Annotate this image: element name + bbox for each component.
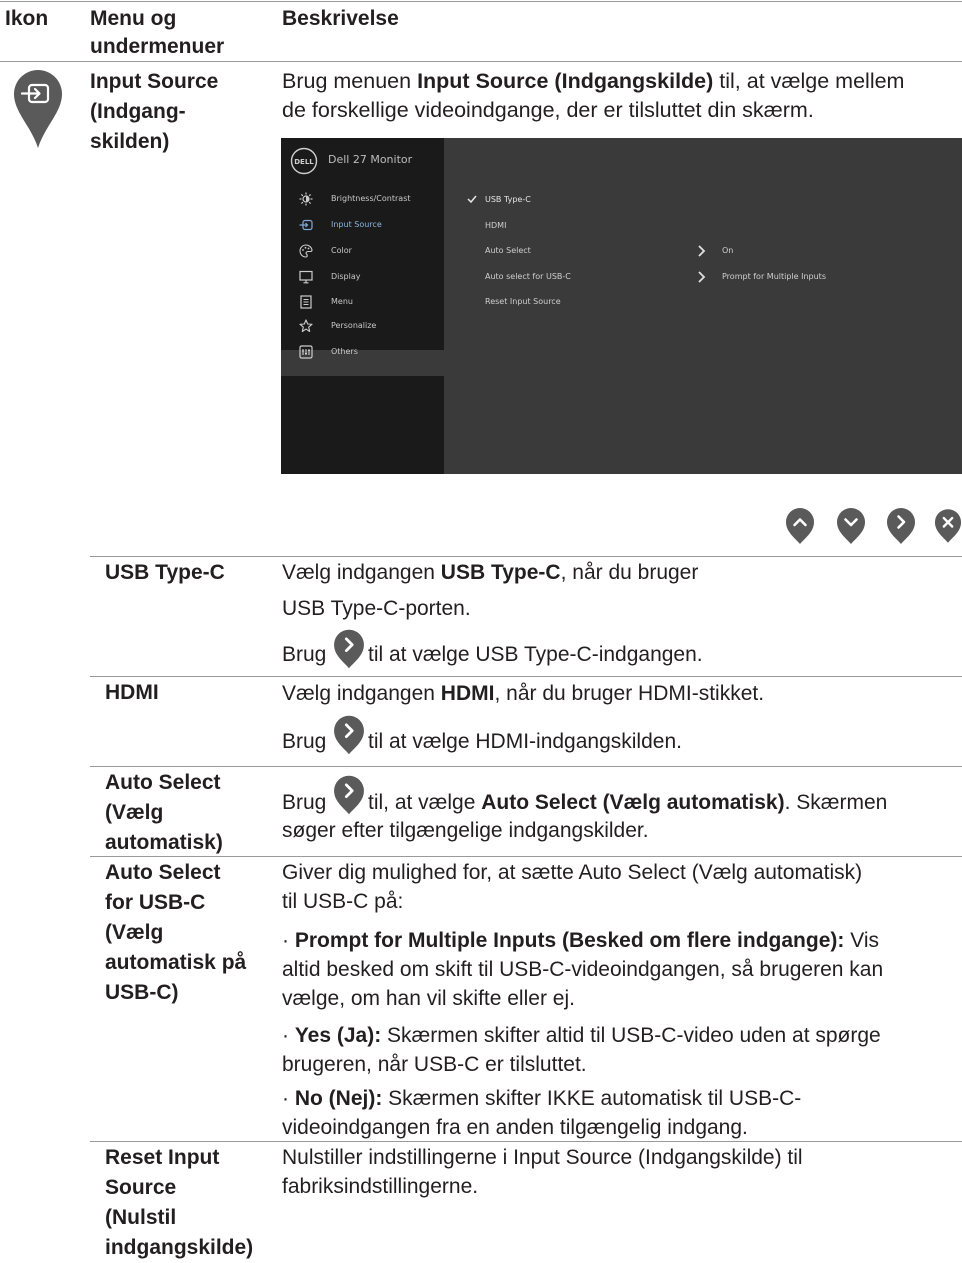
osd-title: Dell 27 Monitor bbox=[328, 153, 413, 166]
osd-item-input-source[interactable]: Input Source bbox=[281, 212, 444, 238]
row-desc-auto-usbc-intro: Giver dig mulighed for, at sætte Auto Se… bbox=[282, 861, 863, 913]
osd-item-brightness[interactable]: Brightness/Contrast bbox=[281, 186, 444, 212]
input-source-icon bbox=[14, 70, 62, 148]
dell-logo: DELL bbox=[290, 147, 318, 175]
row-name-usbc: USB Type-C bbox=[105, 561, 225, 584]
chevron-right-icon bbox=[698, 271, 706, 283]
bullet-yes: · Yes (Ja): Skærmen skifter altid til US… bbox=[282, 1024, 881, 1076]
row-desc-auto-line1-pre: Brug bbox=[282, 791, 327, 814]
osd-sub-auto-select[interactable]: Auto Select bbox=[485, 244, 531, 258]
bullet-prompt: · Prompt for Multiple Inputs (Besked om … bbox=[282, 929, 884, 1010]
row-desc-usbc-line3-tail: til at vælge USB Type-C-indgangen. bbox=[368, 643, 703, 666]
display-icon bbox=[299, 270, 313, 284]
input-source-icon bbox=[299, 219, 313, 231]
osd-item-menu[interactable]: Menu bbox=[281, 289, 444, 315]
close-icon bbox=[934, 509, 962, 543]
row-desc-hdmi-line2: Brug bbox=[282, 730, 327, 753]
row-desc-reset: Nulstiller indstillingerne i Input Sourc… bbox=[282, 1146, 803, 1198]
row-desc-hdmi-line1: Vælg indgangen HDMI, når du bruger HDMI-… bbox=[282, 682, 765, 705]
star-icon bbox=[299, 319, 313, 333]
brightness-icon bbox=[299, 192, 313, 206]
header-rule bbox=[0, 61, 962, 62]
osd-screenshot: DELL Dell 27 Monitor Brightness/Contrast… bbox=[281, 138, 962, 474]
osd-item-others[interactable]: Others bbox=[281, 339, 444, 365]
row-desc-auto-line2: søger efter tilgængelige indgangskilder. bbox=[282, 819, 649, 842]
right-icon bbox=[334, 629, 364, 669]
row-desc-auto-line1: til, at vælge Auto Select (Vælg automati… bbox=[368, 791, 888, 814]
header-desc-col: Beskrivelse bbox=[282, 7, 399, 30]
row-name-hdmi: HDMI bbox=[105, 681, 159, 704]
osd-sub-auto-usbc[interactable]: Auto select for USB-C bbox=[485, 270, 571, 284]
row-name-auto-select: Auto Select (Vælg automatisk) bbox=[105, 771, 223, 854]
row-desc-usbc-line3: Brug bbox=[282, 643, 327, 666]
osd-item-personalize[interactable]: Personalize bbox=[281, 313, 444, 339]
row-desc-usbc-line1: Vælg indgangen USB Type-C, når du bruger bbox=[282, 561, 699, 584]
right-icon bbox=[334, 715, 364, 755]
section-description: Brug menuen Input Source (Indgangskilde)… bbox=[282, 69, 905, 122]
down-icon bbox=[837, 508, 865, 544]
row-rule bbox=[90, 856, 962, 857]
row-name-auto-usbc: Auto Select for USB-C (Vælg automatisk p… bbox=[105, 861, 247, 1004]
color-icon bbox=[299, 244, 313, 258]
row-rule bbox=[90, 1141, 962, 1142]
bullet-no: · No (Nej): Skærmen skifter IKKE automat… bbox=[282, 1087, 802, 1139]
chevron-right-icon bbox=[698, 245, 706, 257]
row-rule bbox=[90, 766, 962, 767]
header-menu-col: Menu og undermenuer bbox=[90, 7, 225, 58]
row-rule bbox=[90, 556, 962, 557]
menu-icon bbox=[300, 295, 312, 309]
right-icon bbox=[887, 508, 915, 544]
osd-sub-usbc[interactable]: USB Type-C bbox=[485, 193, 531, 207]
checkmark-icon bbox=[467, 195, 477, 204]
header-icon-col: Ikon bbox=[5, 7, 49, 30]
osd-item-display[interactable]: Display bbox=[281, 264, 444, 290]
osd-sub-auto-select-value: On bbox=[722, 246, 734, 255]
row-desc-hdmi-line2-tail: til at vælge HDMI-indgangskilden. bbox=[368, 730, 682, 753]
top-rule bbox=[0, 1, 962, 2]
osd-sub-hdmi[interactable]: HDMI bbox=[485, 219, 506, 233]
right-icon bbox=[334, 775, 364, 815]
row-name-reset: Reset Input Source (Nulstil indgangskild… bbox=[105, 1146, 254, 1259]
section-name: Input Source (Indgang- skilden) bbox=[90, 70, 219, 153]
others-icon bbox=[299, 345, 313, 359]
svg-text:DELL: DELL bbox=[294, 158, 314, 166]
up-icon bbox=[786, 508, 814, 544]
osd-sub-reset[interactable]: Reset Input Source bbox=[485, 295, 561, 309]
osd-item-color[interactable]: Color bbox=[281, 238, 444, 264]
osd-sub-auto-usbc-value: Prompt for Multiple Inputs bbox=[722, 272, 826, 281]
row-desc-usbc-line2: USB Type-C-porten. bbox=[282, 597, 471, 620]
row-rule bbox=[90, 676, 962, 677]
